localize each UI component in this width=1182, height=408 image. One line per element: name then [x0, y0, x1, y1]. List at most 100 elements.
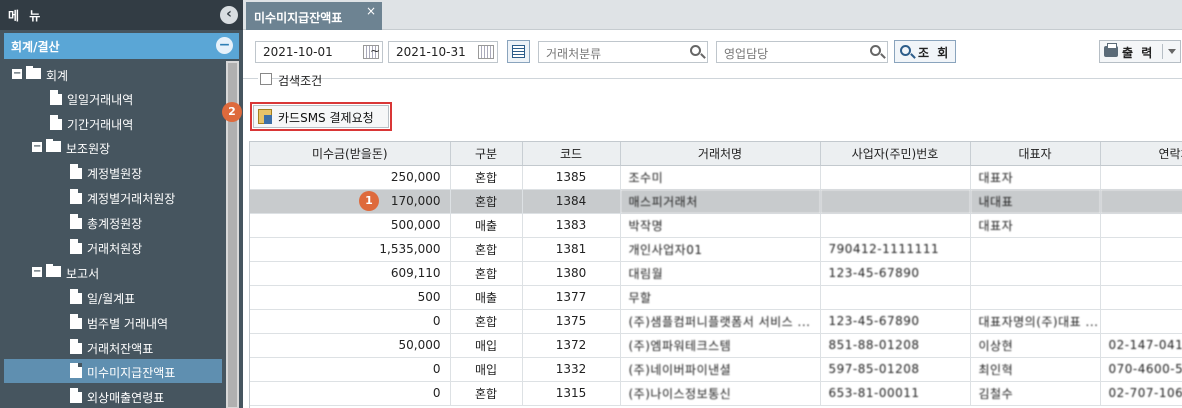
cell-type: 혼합	[450, 189, 523, 214]
column-header-client-name[interactable]: 거래처명	[620, 142, 821, 166]
cell-business-number: 123-45-67890	[820, 261, 971, 286]
chevron-down-icon[interactable]	[1168, 49, 1176, 54]
table-row[interactable]: 609,110 혼합 1380 대림월 123-45-67890	[250, 261, 1182, 286]
divider	[243, 78, 1182, 79]
column-header-business-number[interactable]: 사업자(주민)번호	[820, 142, 971, 166]
column-header-ceo[interactable]: 대표자	[970, 142, 1101, 166]
cell-business-number	[820, 213, 971, 238]
cell-code: 1384	[522, 189, 621, 214]
cell-phone	[1100, 189, 1182, 214]
table-row[interactable]: 0 매입 1332 (주)네이버파이낸셜 597-85-01208 최인혁 07…	[250, 357, 1182, 382]
cell-client-name: (주)나이스정보통신	[620, 381, 821, 406]
document-icon	[70, 164, 82, 179]
cell-client-name: (주)네이버파이낸셜	[620, 357, 821, 382]
cell-amount: 250,000	[250, 165, 451, 190]
cell-type: 매출	[450, 285, 523, 310]
cell-type: 혼합	[450, 165, 523, 190]
toolbar: 2021-10-01 ~ 2021-10-31 거래처분류 영업담당 조 회 출…	[243, 31, 1182, 75]
document-icon	[70, 239, 82, 254]
tree-item-daily-transactions[interactable]: 일일거래내역	[4, 86, 222, 110]
search-icon[interactable]	[870, 45, 881, 56]
document-icon	[70, 289, 82, 304]
search-button[interactable]: 조 회	[894, 40, 956, 63]
card-sms-payment-request-button[interactable]: 카드SMS 결제요청	[253, 105, 389, 128]
cell-code: 1381	[522, 237, 621, 262]
tree-item-subsidiary-ledger[interactable]: − 보조원장	[4, 135, 222, 159]
tree-item-account-ledger[interactable]: 계정별원장	[4, 160, 222, 184]
search-icon[interactable]	[690, 45, 701, 56]
cell-phone	[1100, 285, 1182, 310]
cell-code: 1383	[522, 213, 621, 238]
cell-phone	[1100, 261, 1182, 286]
date-to-value: 2021-10-31	[396, 45, 466, 59]
cell-type: 혼합	[450, 261, 523, 286]
tree-item-label: 거래처잔액표	[87, 342, 154, 356]
document-icon	[70, 314, 82, 329]
cell-client-name: 대림월	[620, 261, 821, 286]
table-row[interactable]: 50,000 매입 1372 (주)엠파워테크스템 851-88-01208 이…	[250, 333, 1182, 358]
column-header-type[interactable]: 구분	[450, 142, 523, 166]
tab-receivable-payable-balance[interactable]: 미수미지급잔액표 ×	[246, 2, 382, 30]
period-picker-button[interactable]	[507, 40, 530, 63]
close-icon[interactable]: ×	[366, 4, 376, 18]
tree-item-general-ledger[interactable]: 총계정원장	[4, 210, 222, 234]
collapse-section-icon[interactable]: −	[216, 37, 233, 54]
cell-code: 1380	[522, 261, 621, 286]
tree-item-client-balance[interactable]: 거래처잔액표	[4, 335, 222, 359]
chevron-left-icon[interactable]: ‹	[220, 6, 238, 24]
tree-item-period-transactions[interactable]: 기간거래내역	[4, 111, 222, 135]
cell-client-name: 개인사업자01	[620, 237, 821, 262]
cell-business-number: 597-85-01208	[820, 357, 971, 382]
date-to-field[interactable]: 2021-10-31	[388, 41, 498, 63]
collapse-toggle-icon[interactable]: −	[12, 69, 22, 79]
table-row[interactable]: 0 혼합 1375 (주)샘플컴퍼니플랫폼서 서비스 ... 123-45-67…	[250, 309, 1182, 334]
document-icon	[70, 388, 82, 403]
cell-amount: 50,000	[250, 333, 451, 358]
table-row[interactable]: 500,000 매출 1383 박작명 대표자	[250, 213, 1182, 238]
cell-business-number	[820, 165, 971, 190]
search-condition-label: 검색조건	[278, 74, 323, 88]
sidebar-title: 메 뉴	[8, 9, 44, 23]
search-condition-toggle[interactable]: 검색조건	[258, 71, 322, 88]
collapse-toggle-icon[interactable]: −	[32, 142, 42, 152]
cell-type: 혼합	[450, 381, 523, 406]
sales-rep-field[interactable]: 영업담당	[716, 41, 888, 63]
table-row[interactable]: 1,535,000 혼합 1381 개인사업자01 790412-1111111	[250, 237, 1182, 262]
tree-item-accounting[interactable]: − 회계	[4, 62, 222, 86]
tree-item-receivable-payable-balance[interactable]: 미수미지급잔액표	[4, 359, 222, 383]
search-condition-checkbox[interactable]	[260, 73, 272, 85]
cell-client-name: (주)샘플컴퍼니플랫폼서 서비스 ...	[620, 309, 821, 334]
tree-item-daily-monthly-summary[interactable]: 일/월계표	[4, 285, 222, 309]
sidebar-section-accounting[interactable]: 회계/결산 −	[4, 33, 239, 59]
cell-ceo	[970, 285, 1101, 310]
cell-type: 매출	[450, 213, 523, 238]
tree-item-receivables-aging[interactable]: 외상매출연령표	[4, 384, 222, 408]
sales-rep-placeholder: 영업담당	[724, 47, 769, 61]
table-row[interactable]: 500 매출 1377 무할	[250, 285, 1182, 310]
table-row[interactable]: 250,000 혼합 1385 조수미 대표자	[250, 165, 1182, 190]
tree-item-client-ledger[interactable]: 거래처원장	[4, 235, 222, 259]
calendar-icon[interactable]	[478, 45, 494, 59]
column-header-phone[interactable]: 연락처	[1100, 142, 1182, 166]
cell-amount: 0	[250, 309, 451, 334]
client-category-field[interactable]: 거래처분류	[538, 41, 708, 63]
tree-item-account-client-ledger[interactable]: 계정별거래처원장	[4, 185, 222, 209]
tree-item-label: 외상매출연령표	[87, 391, 165, 405]
table-row[interactable]: 0 혼합 1315 (주)나이스정보통신 653-81-00011 김철수 02…	[250, 381, 1182, 406]
tree-item-category-transactions[interactable]: 범주별 거래내역	[4, 310, 222, 334]
print-button[interactable]: 출 력	[1099, 40, 1181, 63]
column-header-receivable[interactable]: 미수금(받을돈)	[250, 142, 451, 166]
tree-item-label: 보고서	[66, 267, 100, 281]
collapse-toggle-icon[interactable]: −	[32, 267, 42, 277]
tree-item-reports[interactable]: − 보고서	[4, 260, 222, 284]
date-from-field[interactable]: 2021-10-01	[255, 41, 383, 63]
folder-icon	[46, 264, 61, 277]
column-header-code[interactable]: 코드	[522, 142, 621, 166]
cell-type: 매입	[450, 357, 523, 382]
cell-business-number: 790412-1111111	[820, 237, 971, 262]
cell-code: 1372	[522, 333, 621, 358]
table-row[interactable]: 170,000 혼합 1384 매스피거래처 내대표	[250, 189, 1182, 214]
document-icon	[70, 214, 82, 229]
search-button-label: 조 회	[918, 46, 951, 60]
cell-business-number: 851-88-01208	[820, 333, 971, 358]
